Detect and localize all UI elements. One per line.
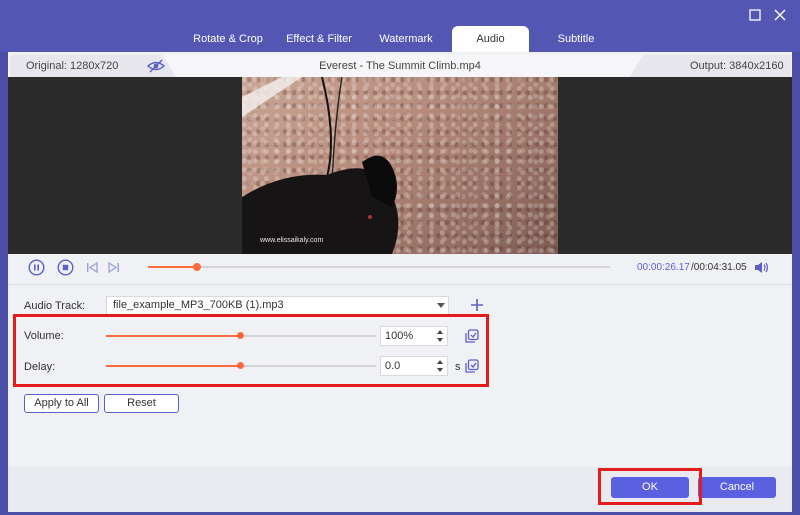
audio-track-select[interactable]: file_example_MP3_700KB (1).mp3 <box>106 296 449 315</box>
eye-slash-icon[interactable] <box>146 58 166 74</box>
total-time: /00:04:31.05 <box>691 262 747 273</box>
original-resolution: Original: 1280x720 <box>26 60 119 72</box>
highlight-volume-delay <box>13 314 489 387</box>
audio-track-label: Audio Track: <box>24 300 86 312</box>
volume-icon[interactable] <box>753 259 770 276</box>
close-icon[interactable] <box>771 6 789 24</box>
highlight-ok <box>598 468 702 505</box>
maximize-icon[interactable] <box>746 6 764 24</box>
output-resolution: Output: 3840x2160 <box>690 60 784 72</box>
tab-effect-filter[interactable]: Effect & Filter <box>278 26 360 52</box>
prev-frame-icon[interactable] <box>84 259 101 276</box>
add-audio-button[interactable] <box>468 296 486 314</box>
tab-rotate-crop[interactable]: Rotate & Crop <box>187 26 269 52</box>
seek-handle[interactable] <box>193 263 201 271</box>
pause-icon[interactable] <box>28 259 45 276</box>
reset-button[interactable]: Reset <box>104 394 179 413</box>
seek-bar[interactable] <box>148 266 610 268</box>
tab-audio[interactable]: Audio <box>452 26 529 52</box>
stop-icon[interactable] <box>57 259 74 276</box>
video-frame <box>242 77 558 254</box>
tab-watermark[interactable]: Watermark <box>370 26 442 52</box>
tab-subtitle[interactable]: Subtitle <box>540 26 612 52</box>
divider <box>8 284 792 285</box>
chevron-down-icon[interactable] <box>437 303 445 308</box>
next-frame-icon[interactable] <box>105 259 122 276</box>
current-time: 00:00:26.17 <box>637 262 690 273</box>
cancel-button[interactable]: Cancel <box>698 477 776 498</box>
file-name: Everest - The Summit Climb.mp4 <box>319 60 481 72</box>
video-watermark: www.elissaikaly.com <box>260 237 324 244</box>
apply-to-all-button[interactable]: Apply to All <box>24 394 99 413</box>
seek-bar-progress <box>148 266 197 268</box>
